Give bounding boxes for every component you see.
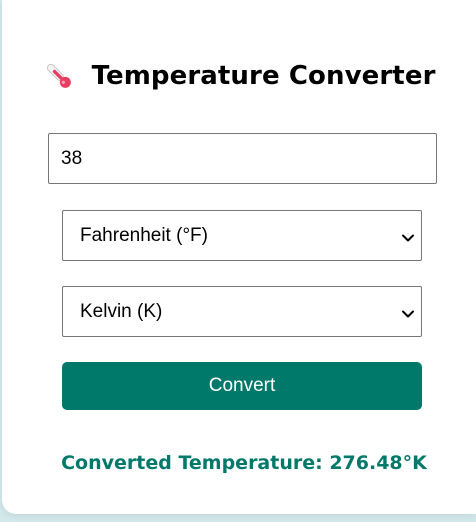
temperature-input[interactable] [48,133,437,184]
to-unit-value: Kelvin (K) [80,301,163,322]
page-title: Temperature Converter [91,61,436,91]
to-unit-select[interactable]: Kelvin (K) [62,286,422,337]
chevron-down-icon [401,305,415,319]
from-unit-value: Fahrenheit (°F) [80,225,208,246]
chevron-down-icon [401,229,415,243]
convert-button[interactable]: Convert [62,362,422,410]
converter-card: Temperature Converter Fahrenheit (°F) Ke… [2,0,476,514]
result-text: Converted Temperature: 276.48°K [61,452,427,474]
thermometer-icon [42,60,76,92]
title-row: Temperature Converter [2,60,476,96]
from-unit-select[interactable]: Fahrenheit (°F) [62,210,422,261]
